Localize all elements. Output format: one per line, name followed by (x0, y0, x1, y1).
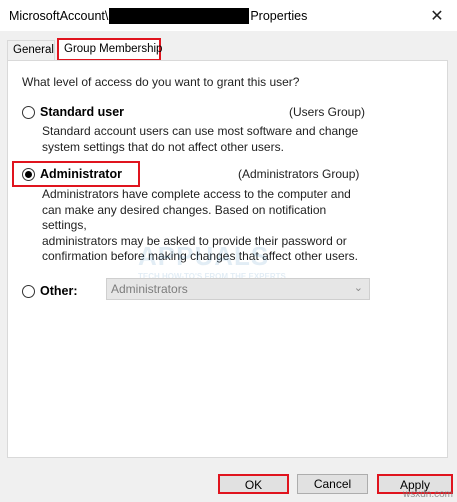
window-title-suffix: Properties (250, 9, 308, 23)
tab-group-membership[interactable]: Group Membership (57, 38, 162, 61)
window-title: MicrosoftAccount\ Properties (9, 8, 307, 24)
access-question: What level of access do you want to gran… (22, 75, 300, 89)
other-radio[interactable] (22, 284, 35, 298)
chevron-down-icon: ⌄ (353, 282, 363, 294)
tab-panel: What level of access do you want to gran… (7, 60, 448, 458)
users-group-tag: (Users Group) (289, 105, 366, 119)
watermark-brand: APPUALS (138, 241, 270, 271)
administrator-option[interactable]: Administrator (22, 167, 122, 181)
other-group-select-value: Administrators (111, 282, 188, 296)
other-label[interactable]: Other: (40, 284, 78, 298)
cancel-button[interactable]: Cancel (297, 474, 368, 494)
standard-desc-line: Standard account users can use most soft… (42, 124, 359, 138)
standard-user-label[interactable]: Standard user (40, 105, 124, 119)
standard-user-description: Standard account users can use most soft… (42, 124, 372, 155)
window-title-prefix: MicrosoftAccount\ (9, 9, 109, 23)
title-bar: MicrosoftAccount\ Properties ✕ (0, 0, 457, 31)
close-button[interactable]: ✕ (417, 0, 457, 31)
standard-desc-line: system settings that do not affect other… (42, 139, 284, 154)
standard-user-radio[interactable] (22, 105, 35, 119)
administrator-radio[interactable] (22, 167, 35, 181)
close-icon: ✕ (430, 7, 444, 25)
redacted-username (109, 8, 250, 24)
ok-button[interactable]: OK (218, 474, 289, 494)
admin-desc-line: can make any desired changes. Based on n… (42, 202, 327, 233)
administrators-group-tag: (Administrators Group) (238, 167, 360, 181)
admin-desc-line: Administrators have complete access to t… (42, 187, 351, 201)
other-option[interactable]: Other: (22, 284, 78, 298)
tab-general[interactable]: General (7, 40, 55, 60)
standard-user-option[interactable]: Standard user (22, 105, 124, 119)
administrator-label[interactable]: Administrator (40, 167, 122, 181)
site-watermark: wsxdn.com (402, 489, 453, 500)
other-group-select[interactable]: Administrators ⌄ (106, 278, 370, 300)
